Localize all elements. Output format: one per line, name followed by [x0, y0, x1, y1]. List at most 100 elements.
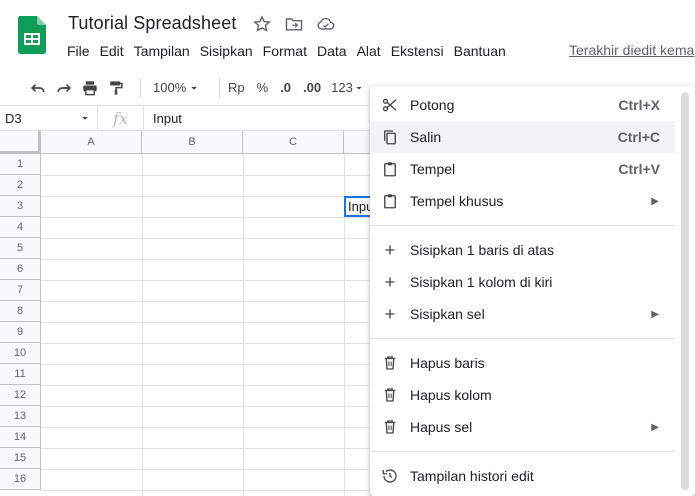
column-header-b[interactable]: B — [142, 131, 243, 154]
document-title[interactable]: Tutorial Spreadsheet — [68, 13, 236, 34]
menu-item-paste-special[interactable]: Tempel khusus ▶ — [370, 185, 695, 217]
menu-item-label: Sisipkan 1 baris di atas — [410, 242, 554, 258]
fx-icon: fx — [98, 105, 144, 131]
menu-file[interactable]: File — [62, 41, 95, 61]
menu-item-insert-cells[interactable]: Sisipkan sel ▶ — [370, 298, 695, 330]
menu-item-label: Hapus kolom — [410, 387, 492, 403]
row-header-13[interactable]: 13 — [0, 406, 41, 427]
app-header: Tutorial Spreadsheet File Edit Tampilan … — [0, 0, 695, 70]
star-icon[interactable] — [252, 14, 272, 34]
copy-icon — [384, 130, 396, 145]
scissors-icon — [382, 98, 397, 112]
row-header-7[interactable]: 7 — [0, 280, 41, 301]
menu-item-delete-row[interactable]: Hapus baris — [370, 347, 695, 379]
clipboard-icon — [384, 162, 396, 177]
grid-line — [142, 154, 143, 496]
caret-down-icon — [356, 86, 362, 89]
menu-item-shortcut: Ctrl+C — [617, 129, 660, 145]
number-format-label: 123 — [331, 80, 353, 95]
menu-item-delete-cells[interactable]: Hapus sel ▶ — [370, 411, 695, 443]
menu-item-delete-column[interactable]: Hapus kolom — [370, 379, 695, 411]
name-box[interactable]: D3 — [0, 105, 98, 131]
menu-item-label: Sisipkan 1 kolom di kiri — [410, 274, 553, 290]
menu-item-label: Tampilan histori edit — [410, 468, 534, 484]
history-icon — [382, 469, 397, 483]
toolbar-divider — [219, 77, 220, 98]
submenu-arrow-icon: ▶ — [651, 195, 659, 207]
menu-item-edit-history[interactable]: Tampilan histori edit — [370, 460, 695, 492]
menu-item-label: Hapus baris — [410, 355, 485, 371]
print-icon — [83, 80, 97, 95]
increase-decimal-button[interactable]: .00 — [303, 76, 321, 100]
cloud-status-icon[interactable] — [316, 14, 336, 34]
number-format-button[interactable]: 123 — [331, 76, 365, 100]
row-header-2[interactable]: 2 — [0, 175, 41, 196]
select-all-corner[interactable] — [0, 131, 41, 154]
trash-icon — [384, 388, 396, 402]
menu-item-paste[interactable]: Tempel Ctrl+V — [370, 153, 695, 185]
row-header-4[interactable]: 4 — [0, 217, 41, 238]
menu-data[interactable]: Data — [312, 41, 352, 61]
trash-icon — [384, 420, 396, 434]
submenu-arrow-icon: ▶ — [651, 308, 659, 320]
plus-icon — [385, 309, 395, 319]
percent-format-button[interactable]: % — [257, 76, 269, 100]
column-header-a[interactable]: A — [41, 131, 142, 154]
redo-button[interactable] — [54, 76, 74, 100]
redo-icon — [57, 83, 72, 92]
zoom-select[interactable]: 100% — [149, 76, 205, 100]
submenu-arrow-icon: ▶ — [651, 421, 659, 433]
menu-item-copy[interactable]: Salin Ctrl+C — [370, 121, 675, 153]
menu-divider — [370, 225, 675, 226]
decrease-decimal-button[interactable]: .0 — [280, 76, 291, 100]
caret-down-icon — [82, 116, 88, 120]
row-header-9[interactable]: 9 — [0, 322, 41, 343]
row-header-15[interactable]: 15 — [0, 448, 41, 469]
menu-bar: File Edit Tampilan Sisipkan Format Data … — [62, 41, 511, 61]
trash-icon — [384, 356, 396, 370]
row-header-3[interactable]: 3 — [0, 196, 41, 217]
menu-item-shortcut: Ctrl+X — [618, 97, 660, 113]
menu-format[interactable]: Format — [258, 41, 312, 61]
row-header-10[interactable]: 10 — [0, 343, 41, 364]
row-header-16[interactable]: 16 — [0, 469, 41, 490]
currency-format-button[interactable]: Rp — [228, 76, 245, 100]
menu-insert[interactable]: Sisipkan — [195, 41, 258, 61]
menu-view[interactable]: Tampilan — [129, 41, 195, 61]
paint-format-button[interactable] — [106, 76, 126, 100]
menu-edit[interactable]: Edit — [95, 41, 129, 61]
menu-divider — [370, 338, 675, 339]
plus-icon — [385, 277, 395, 287]
menu-extensions[interactable]: Ekstensi — [386, 41, 449, 61]
grid-line — [243, 154, 244, 496]
row-header-11[interactable]: 11 — [0, 364, 41, 385]
row-header-14[interactable]: 14 — [0, 427, 41, 448]
menu-tools[interactable]: Alat — [352, 41, 386, 61]
paint-format-icon — [110, 80, 123, 95]
row-header-5[interactable]: 5 — [0, 238, 41, 259]
print-button[interactable] — [80, 76, 100, 100]
row-header-12[interactable]: 12 — [0, 385, 41, 406]
sheets-logo-icon[interactable] — [18, 16, 46, 54]
row-header-1[interactable]: 1 — [0, 154, 41, 175]
column-header-c[interactable]: C — [243, 131, 344, 154]
title-icons — [252, 14, 336, 34]
menu-item-insert-column-left[interactable]: Sisipkan 1 kolom di kiri — [370, 266, 695, 298]
menu-item-cut[interactable]: Potong Ctrl+X — [370, 89, 695, 121]
menu-divider — [370, 451, 675, 452]
undo-button[interactable] — [28, 76, 48, 100]
toolbar-divider — [140, 77, 141, 98]
menu-item-shortcut: Ctrl+V — [618, 161, 660, 177]
row-header-6[interactable]: 6 — [0, 259, 41, 280]
menu-item-insert-row-above[interactable]: Sisipkan 1 baris di atas — [370, 234, 695, 266]
last-edit-link[interactable]: Terakhir diedit kema — [569, 42, 694, 58]
zoom-value: 100% — [153, 80, 187, 95]
formula-input[interactable]: Input — [144, 111, 182, 126]
move-to-folder-icon[interactable] — [284, 14, 304, 34]
row-header-8[interactable]: 8 — [0, 301, 41, 322]
menu-help[interactable]: Bantuan — [449, 41, 511, 61]
context-menu: Potong Ctrl+X Salin Ctrl+C Tempel Ctrl+V… — [370, 86, 695, 496]
caret-down-icon — [191, 86, 197, 90]
menu-scrollbar[interactable] — [681, 92, 689, 490]
clipboard-icon — [384, 194, 396, 209]
